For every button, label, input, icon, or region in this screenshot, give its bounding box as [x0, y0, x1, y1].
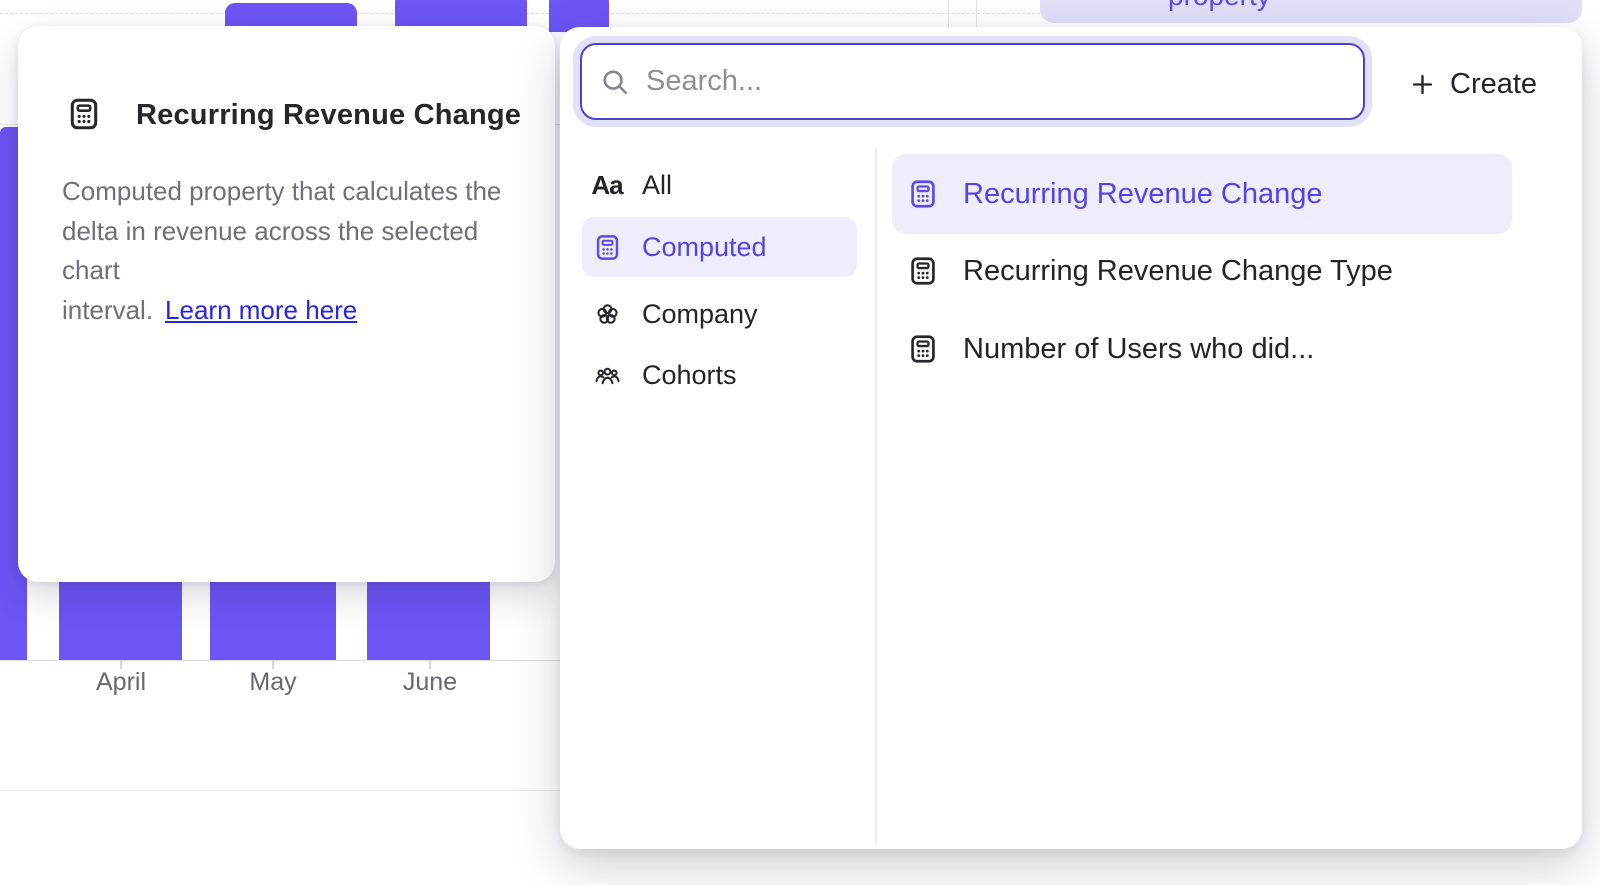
- category-all[interactable]: Aa All: [582, 155, 857, 215]
- axis-label-may: May: [249, 668, 296, 697]
- tooltip-title: Recurring Revenue Change: [136, 99, 521, 132]
- gridline-lower: [0, 790, 560, 791]
- create-button[interactable]: Create: [1403, 57, 1543, 112]
- category-company[interactable]: Company: [582, 284, 857, 344]
- calculator-icon: [907, 255, 939, 287]
- cohorts-people-icon: [592, 360, 622, 390]
- learn-more-link[interactable]: Learn more here: [165, 295, 357, 325]
- calculator-icon: [66, 96, 102, 132]
- tooltip-description: Computed property that calculates the de…: [62, 172, 522, 330]
- x-axis-line: [0, 660, 560, 661]
- axis-label-june: June: [403, 668, 457, 697]
- axis-label-april: April: [96, 668, 146, 697]
- category-cohorts-label: Cohorts: [642, 360, 737, 391]
- result-number-of-users-who-did[interactable]: Number of Users who did...: [892, 309, 1512, 389]
- property-picker-popover: Create Aa All Computed Company Cohorts: [560, 27, 1582, 849]
- result-label: Number of Users who did...: [963, 333, 1314, 366]
- screen: April May June property Recurring Revenu…: [0, 0, 1600, 885]
- property-tooltip-card: Recurring Revenue Change Computed proper…: [18, 26, 555, 582]
- calculator-icon: [592, 232, 622, 262]
- result-label: Recurring Revenue Change Type: [963, 255, 1393, 288]
- search-icon: [600, 67, 630, 97]
- result-label: Recurring Revenue Change: [963, 178, 1323, 211]
- tooltip-desc-line1: Computed property that calculates the: [62, 176, 501, 206]
- create-button-label: Create: [1450, 68, 1537, 101]
- company-cluster-icon: [592, 299, 622, 329]
- tooltip-desc-line3: interval.: [62, 295, 153, 325]
- property-selector-chip[interactable]: property: [1040, 0, 1582, 23]
- bg-column-line-1: [948, 0, 949, 27]
- bg-column-line-2: [976, 0, 977, 27]
- calculator-icon: [907, 333, 939, 365]
- category-company-label: Company: [642, 299, 758, 330]
- category-all-label: All: [642, 170, 672, 201]
- category-computed[interactable]: Computed: [582, 217, 857, 277]
- search-field[interactable]: [580, 43, 1365, 120]
- result-recurring-revenue-change[interactable]: Recurring Revenue Change: [892, 154, 1512, 234]
- category-computed-label: Computed: [642, 232, 767, 263]
- text-aa-icon: Aa: [592, 170, 622, 200]
- search-input[interactable]: [644, 64, 1349, 99]
- result-recurring-revenue-change-type[interactable]: Recurring Revenue Change Type: [892, 231, 1512, 311]
- property-chip-label: property: [1168, 0, 1271, 12]
- category-cohorts[interactable]: Cohorts: [582, 345, 857, 405]
- plus-icon: [1409, 71, 1436, 98]
- tooltip-desc-line2: delta in revenue across the selected cha…: [62, 216, 478, 286]
- picker-column-divider: [875, 148, 877, 843]
- calculator-icon: [907, 178, 939, 210]
